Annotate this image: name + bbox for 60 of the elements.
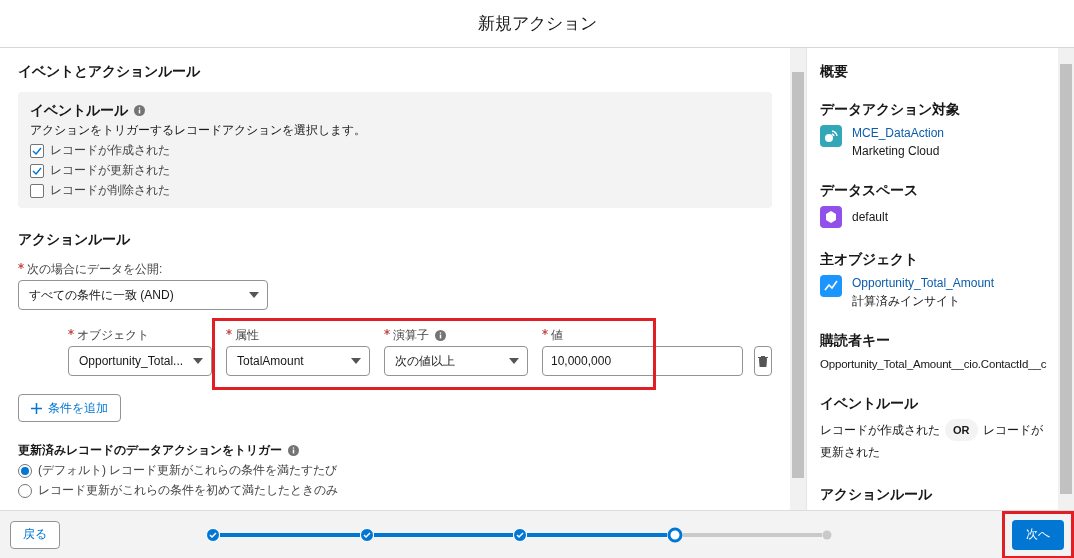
plus-icon	[31, 402, 42, 414]
caret-icon	[193, 358, 203, 364]
checkbox-label: レコードが更新された	[50, 162, 170, 179]
radio-label: レコード更新がこれらの条件を初めて満たしたときのみ	[38, 482, 338, 499]
section-heading: アクションルール	[18, 230, 131, 248]
check-icon	[32, 166, 42, 175]
field-label: 演算子	[384, 326, 528, 344]
condition-select[interactable]: TotalAmount	[226, 346, 370, 376]
back-button[interactable]: 戻る	[10, 520, 60, 549]
section-title: 購読者キー	[820, 331, 891, 349]
section-value: Marketing Cloud	[852, 143, 941, 159]
radio-button[interactable]	[18, 483, 32, 498]
trash-icon	[758, 355, 768, 367]
condition-select[interactable]: Opportunity_Total...	[68, 346, 212, 376]
object-link[interactable]: MCE_DataAction	[852, 125, 945, 141]
section-title: データスペース	[820, 181, 919, 199]
checkbox[interactable]	[30, 143, 44, 158]
next-button[interactable]: 次へ	[1012, 519, 1064, 550]
scrollbar[interactable]	[790, 48, 806, 510]
event-text: レコードが作成された	[820, 423, 940, 437]
card-title: イベントルール	[30, 101, 128, 119]
info-icon	[134, 104, 145, 116]
section-title: アクションルール	[820, 485, 933, 503]
match-select[interactable]: すべての条件に一致 (AND)	[18, 280, 268, 310]
summary-heading: 概要	[820, 62, 849, 80]
section-title: イベントルール	[820, 394, 919, 412]
object-link[interactable]: Opportunity_Total_Amount	[852, 275, 995, 291]
caret-icon	[509, 358, 519, 364]
section-title: データアクション対象	[820, 100, 961, 118]
info-icon	[435, 329, 446, 341]
checkbox-label: レコードが削除された	[50, 182, 170, 199]
section-value: 計算済みインサイト	[852, 293, 961, 309]
add-condition-button[interactable]: 条件を追加	[18, 394, 121, 422]
radio-label: (デフォルト) レコード更新がこれらの条件を満たすたび	[38, 462, 338, 479]
caret-icon	[249, 292, 259, 298]
window-title: 新規アクション	[477, 13, 597, 35]
scrollbar[interactable]	[1058, 48, 1074, 510]
section-value: default	[852, 209, 889, 225]
radio-button[interactable]	[18, 463, 32, 478]
operator-badge: OR	[945, 419, 978, 441]
delete-button[interactable]	[754, 346, 772, 376]
event-text: レコードが	[982, 423, 1043, 437]
field-label: 次の場合にデータを公開:	[18, 260, 772, 278]
section-value: Opportunity_Total_Amount__cio.ContactId__c	[820, 357, 1047, 372]
value-field[interactable]: 10,000,000	[542, 346, 743, 376]
section-title: 主オブジェクト	[820, 250, 919, 268]
condition-select[interactable]: 次の値以上	[384, 346, 528, 376]
check-icon	[32, 146, 42, 155]
event-text: 更新された	[820, 445, 880, 459]
field-label: 値	[542, 326, 743, 344]
field-label: 更新済みレコードのデータアクションをトリガー	[18, 442, 282, 459]
card-description: アクションをトリガーするレコードアクションを選択します。	[30, 123, 366, 137]
field-label: オブジェクト	[68, 326, 212, 344]
field-label: 属性	[226, 326, 370, 344]
checkbox[interactable]	[30, 163, 44, 178]
info-icon	[288, 445, 299, 456]
section-heading: イベントとアクションルール	[18, 62, 201, 80]
checkbox-label: レコードが作成された	[50, 142, 170, 159]
caret-icon	[351, 358, 361, 364]
checkbox[interactable]	[30, 183, 44, 198]
